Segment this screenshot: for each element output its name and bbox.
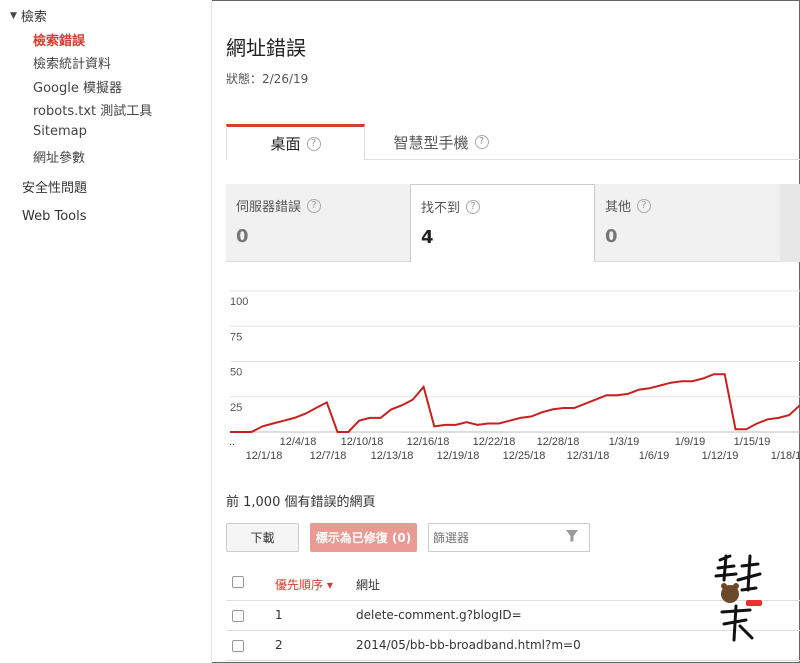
x-tick-label: .. — [229, 436, 235, 448]
help-icon[interactable]: ? — [474, 135, 489, 149]
x-tick-label: 12/7/18 — [310, 450, 347, 462]
x-tick-label: 12/31/18 — [567, 450, 610, 462]
filter-input[interactable]: 篩選器 — [428, 523, 590, 552]
row-checkbox[interactable] — [232, 640, 244, 652]
x-tick-label: 12/22/18 — [473, 436, 516, 448]
help-icon[interactable]: ? — [637, 198, 652, 213]
tab-desktop-label: 桌面 — [270, 135, 301, 153]
x-tick-label: 1/15/19 — [734, 436, 771, 448]
watermark-logo — [714, 554, 762, 642]
x-tick-label: 12/19/18 — [437, 450, 480, 462]
sidebar-item-security[interactable]: 安全性問題 — [22, 177, 87, 196]
tab-smartphone-label: 智慧型手機 — [393, 133, 469, 152]
row-url[interactable]: delete-comment.g?blogID= — [356, 608, 522, 622]
row-checkbox[interactable] — [232, 610, 244, 622]
error-box-overflow — [780, 184, 800, 262]
download-button[interactable]: 下載 — [226, 523, 299, 552]
sidebar-item-crawl-stats[interactable]: 檢索統計資料 — [33, 53, 111, 72]
other-error-box[interactable]: 其他? 0 — [595, 184, 780, 262]
status-date: 狀態：2/26/19 — [226, 72, 309, 86]
errors-line-chart: 100 75 50 25.. 12/4/18 12/10/18 12/16/18 12/22/… — [229, 290, 800, 462]
x-tick-label: 12/10/18 — [341, 436, 384, 448]
x-tick-label: 1/6/19 — [639, 450, 670, 462]
sidebar-item-crawl-errors[interactable]: 檢索錯誤 — [33, 30, 85, 49]
series-line — [230, 373, 800, 433]
sidebar-item-web-tools[interactable]: Web Tools — [22, 209, 87, 224]
sidebar-item-url-parameters[interactable]: 網址參數 — [33, 147, 85, 166]
x-tick-label: 12/16/18 — [407, 436, 450, 448]
not-found-box[interactable]: 找不到? 4 — [410, 184, 595, 262]
help-icon[interactable]: ? — [466, 199, 481, 214]
sidebar-item-fetch-as-google[interactable]: Google 模擬器 — [33, 77, 122, 96]
not-found-count: 4 — [421, 227, 434, 248]
x-tick-label: 1/3/19 — [609, 436, 640, 448]
caret-down-icon: ▼ — [10, 10, 17, 21]
server-error-label: 伺服器錯誤 — [236, 200, 302, 215]
x-tick-label: 12/28/18 — [537, 436, 580, 448]
help-icon[interactable]: ? — [306, 136, 321, 151]
crawl-section-header[interactable]: ▼ 檢索 — [10, 6, 47, 25]
page-title: 網址錯誤 — [226, 36, 306, 60]
crawl-section-label: 檢索 — [20, 10, 47, 25]
x-tick-label: 12/4/18 — [280, 436, 317, 448]
server-error-count: 0 — [236, 226, 249, 247]
row-url[interactable]: 2014/05/bb-bb-broadband.html?m=0 — [356, 638, 581, 652]
y-tick-label: 75 — [230, 331, 242, 343]
url-column-header[interactable]: 網址 — [356, 576, 380, 593]
x-tick-label: 1/18/1 — [771, 450, 800, 462]
help-icon[interactable]: ? — [307, 198, 322, 213]
select-all-checkbox[interactable] — [232, 576, 244, 588]
x-tick-label: 1/9/19 — [675, 436, 706, 448]
server-error-box[interactable]: 伺服器錯誤? 0 — [226, 184, 410, 262]
x-tick-label: 1/12/19 — [702, 450, 739, 462]
tab-desktop[interactable]: 桌面 ? — [226, 124, 365, 160]
y-tick-label: 50 — [230, 367, 242, 379]
sidebar-item-robots-tester[interactable]: robots.txt 測試工具 — [33, 100, 152, 119]
y-tick-label: 25 — [230, 402, 242, 414]
row-priority: 1 — [275, 608, 283, 622]
mark-as-fixed-button[interactable]: 標示為已修復 (0) — [310, 523, 417, 552]
filter-funnel-icon — [566, 530, 578, 542]
not-found-label: 找不到 — [421, 201, 461, 216]
tab-smartphone[interactable]: 智慧型手機 ? — [366, 124, 516, 160]
sidebar-item-sitemap[interactable]: Sitemap — [33, 124, 87, 139]
other-error-count: 0 — [605, 226, 618, 247]
priority-column-header[interactable]: 優先順序 ▾ — [275, 576, 333, 593]
y-tick-label: 100 — [230, 296, 248, 308]
row-priority: 2 — [275, 638, 283, 652]
x-tick-label: 12/25/18 — [503, 450, 546, 462]
sidebar: ▼ 檢索 檢索錯誤 檢索統計資料 Google 模擬器 robots.txt 測… — [0, 0, 212, 663]
tabs-divider — [365, 159, 800, 160]
filter-placeholder: 篩選器 — [433, 531, 470, 545]
pages-with-errors-label: 前 1,000 個有錯誤的網頁 — [226, 495, 376, 510]
other-error-label: 其他 — [605, 200, 632, 215]
x-tick-label: 12/1/18 — [246, 450, 283, 462]
x-tick-label: 12/13/18 — [371, 450, 414, 462]
